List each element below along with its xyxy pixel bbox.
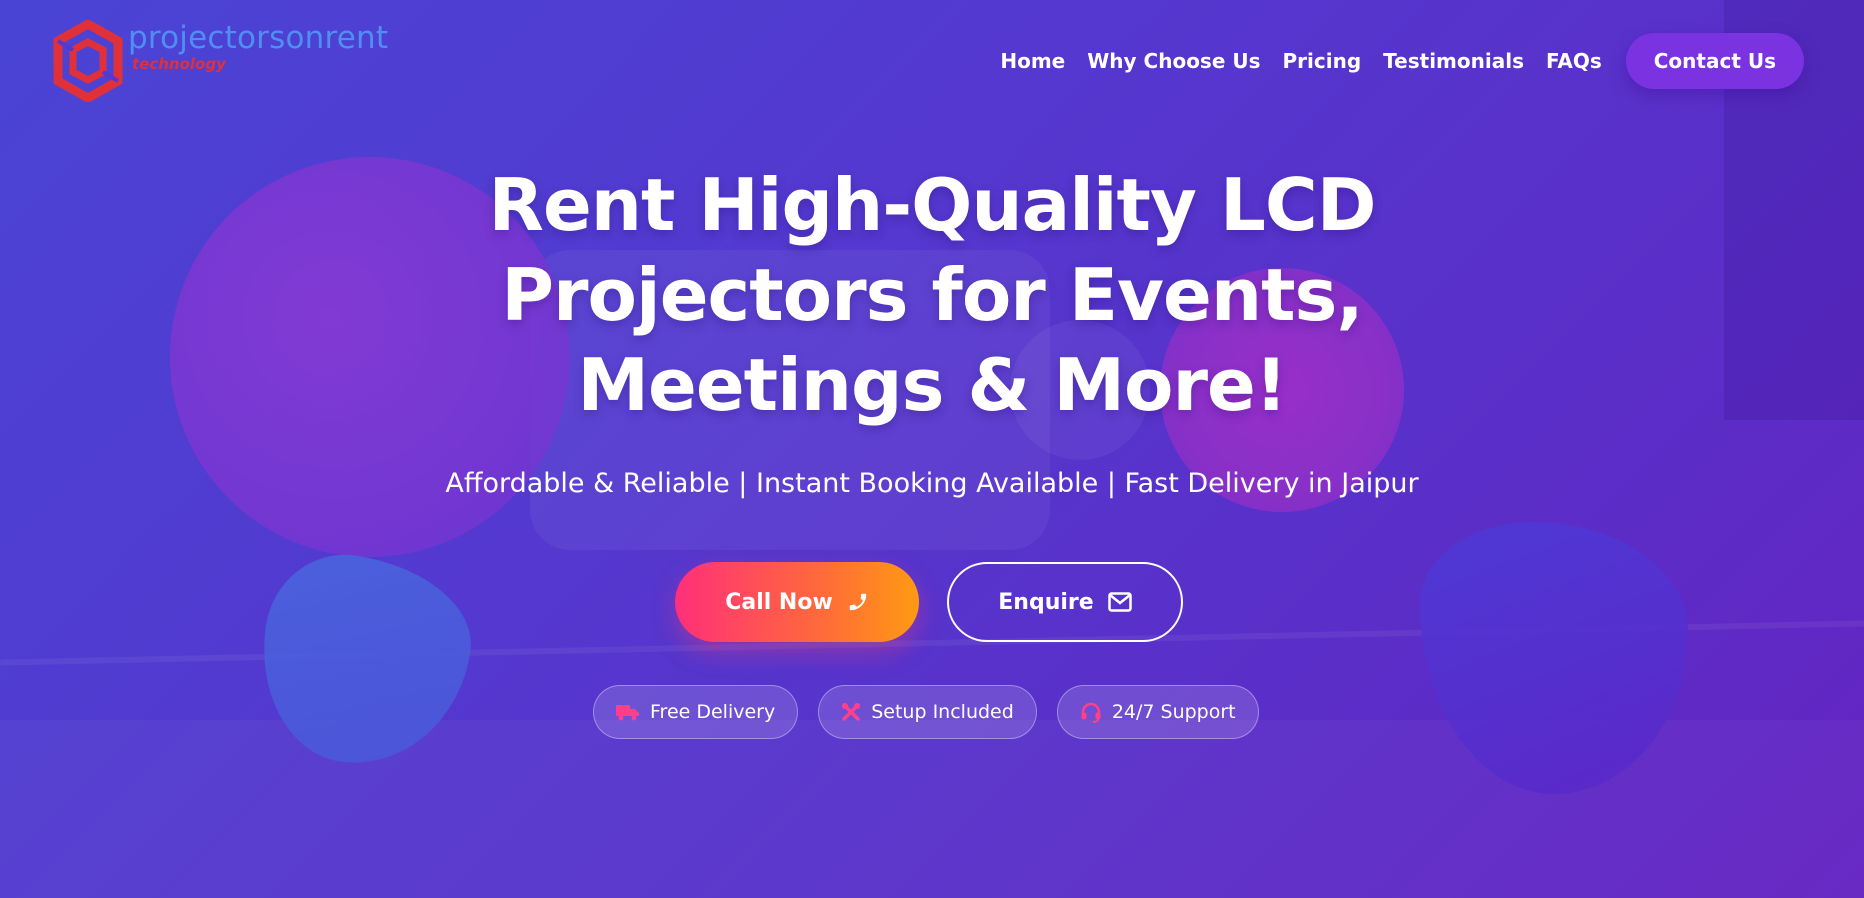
cta-row: Call Now Enquire [675, 562, 1183, 642]
nav-link-testimonials[interactable]: Testimonials [1383, 33, 1524, 89]
enquire-label: Enquire [998, 589, 1094, 615]
hero-subtitle: Affordable & Reliable | Instant Booking … [445, 468, 1419, 499]
truck-icon [616, 703, 640, 721]
hero-section: projectorsonrent technology Home Why Cho… [0, 0, 1864, 898]
headline-line: Rent High-Quality LCD [488, 163, 1377, 247]
headline-line: Meetings & More! [577, 343, 1287, 427]
badge-label: Free Delivery [650, 701, 776, 723]
feature-badges: Free Delivery Setup Included 24/7 Suppor… [593, 685, 1279, 739]
headline-line: Projectors for Events, [501, 253, 1363, 337]
nav-link-pricing[interactable]: Pricing [1283, 33, 1362, 89]
call-now-button[interactable]: Call Now [675, 562, 919, 642]
badge-label: 24/7 Support [1111, 701, 1236, 723]
tools-icon [841, 702, 861, 722]
nav-link-faqs[interactable]: FAQs [1546, 33, 1602, 89]
hexagon-logo-icon [53, 20, 123, 102]
hero-headline: Rent High-Quality LCD Projectors for Eve… [0, 160, 1864, 430]
headset-icon [1080, 701, 1102, 723]
site-logo[interactable]: projectorsonrent technology [52, 20, 388, 102]
nav-link-home[interactable]: Home [1000, 33, 1065, 89]
nav-link-why-choose-us[interactable]: Why Choose Us [1087, 33, 1260, 89]
badge-support: 24/7 Support [1056, 685, 1259, 739]
contact-us-button[interactable]: Contact Us [1625, 33, 1804, 89]
badge-label: Setup Included [871, 701, 1014, 723]
badge-free-delivery: Free Delivery [593, 685, 799, 739]
logo-tagline: technology [132, 55, 226, 73]
enquire-button[interactable]: Enquire [947, 562, 1183, 642]
logo-name: projectorsonrent [128, 20, 389, 56]
phone-icon [847, 591, 869, 613]
badge-setup-included: Setup Included [818, 685, 1037, 739]
envelope-icon [1107, 592, 1132, 612]
call-now-label: Call Now [725, 589, 833, 615]
main-nav: Home Why Choose Us Pricing Testimonials … [978, 33, 1804, 89]
